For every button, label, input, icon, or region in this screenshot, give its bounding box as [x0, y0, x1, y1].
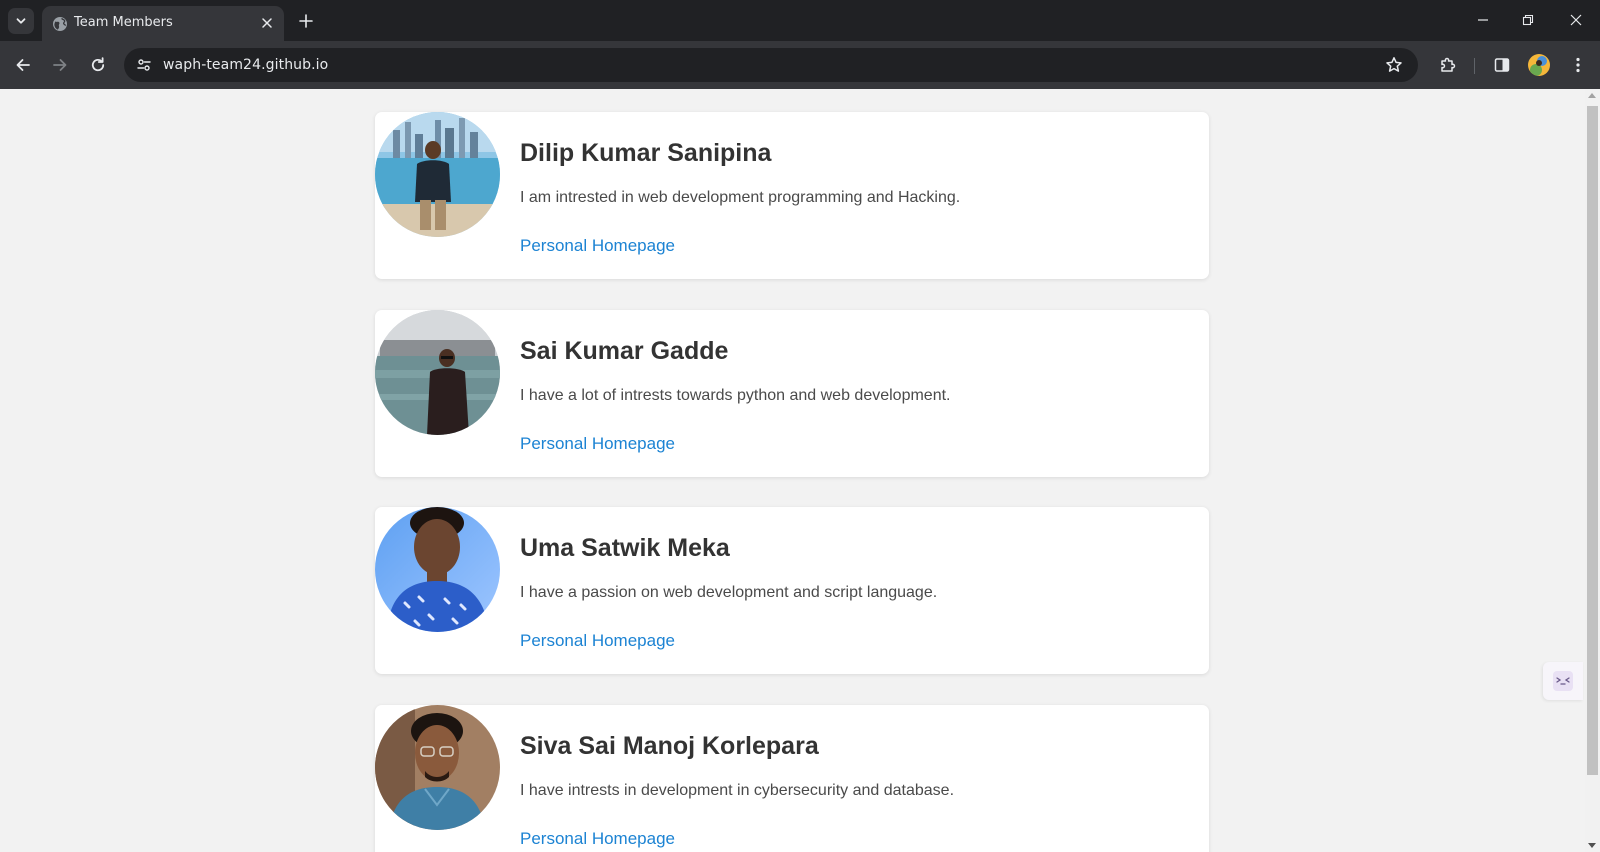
back-arrow-icon[interactable] — [11, 53, 35, 77]
chevron-down-icon — [16, 18, 26, 24]
tab-search-button[interactable] — [8, 8, 34, 34]
member-card: Dilip Kumar Sanipina I am intrested in w… — [375, 112, 1209, 279]
floating-assistant-widget[interactable] — [1543, 662, 1583, 700]
personal-homepage-link[interactable]: Personal Homepage — [520, 236, 675, 256]
puzzle-icon[interactable] — [1436, 53, 1460, 77]
globe-icon — [53, 17, 67, 31]
tab-title: Team Members — [74, 15, 173, 30]
side-panel-icon[interactable] — [1490, 53, 1514, 77]
assistant-icon — [1553, 671, 1573, 691]
member-photo — [375, 705, 500, 830]
tab-strip: Team Members — [0, 0, 1600, 41]
personal-homepage-link[interactable]: Personal Homepage — [520, 631, 675, 651]
member-name: Siva Sai Manoj Korlepara — [520, 732, 819, 760]
personal-homepage-link[interactable]: Personal Homepage — [520, 829, 675, 849]
scrollbar-thumb[interactable] — [1587, 106, 1598, 775]
url-text[interactable]: waph-team24.github.io — [163, 57, 328, 73]
page-content: Dilip Kumar Sanipina I am intrested in w… — [0, 89, 1585, 852]
personal-homepage-link[interactable]: Personal Homepage — [520, 434, 675, 454]
member-photo — [375, 310, 500, 435]
scroll-down-arrow-icon[interactable] — [1588, 843, 1596, 848]
forward-arrow-icon[interactable] — [48, 53, 72, 77]
browser-toolbar: waph-team24.github.io — [0, 41, 1600, 89]
member-name: Uma Satwik Meka — [520, 534, 730, 562]
member-bio: I have a passion on web development and … — [520, 584, 938, 601]
address-bar[interactable]: waph-team24.github.io — [124, 48, 1418, 82]
close-window-icon[interactable] — [1566, 10, 1586, 30]
minimize-icon[interactable] — [1473, 10, 1493, 30]
member-bio: I have a lot of intrests towards python … — [520, 387, 951, 404]
vertical-scrollbar[interactable] — [1585, 89, 1600, 852]
star-icon[interactable] — [1384, 55, 1404, 75]
member-name: Sai Kumar Gadde — [520, 337, 729, 365]
member-bio: I am intrested in web development progra… — [520, 189, 961, 206]
restore-icon[interactable] — [1518, 10, 1538, 30]
member-photo — [375, 112, 500, 237]
member-photo — [375, 507, 500, 632]
close-icon[interactable] — [259, 15, 275, 31]
member-bio: I have intrests in development in cybers… — [520, 782, 955, 799]
active-tab[interactable]: Team Members — [42, 6, 284, 41]
toolbar-divider — [1474, 58, 1475, 74]
member-card: Sai Kumar Gadde I have a lot of intrests… — [375, 310, 1209, 477]
scroll-up-arrow-icon[interactable] — [1588, 93, 1596, 98]
reload-icon[interactable] — [86, 53, 110, 77]
member-card: Siva Sai Manoj Korlepara I have intrests… — [375, 705, 1209, 852]
avatar[interactable] — [1528, 54, 1550, 76]
kebab-menu-icon[interactable] — [1566, 53, 1590, 77]
tune-icon[interactable] — [132, 53, 156, 77]
plus-icon[interactable] — [296, 11, 316, 31]
member-card: Uma Satwik Meka I have a passion on web … — [375, 507, 1209, 674]
member-name: Dilip Kumar Sanipina — [520, 139, 772, 167]
